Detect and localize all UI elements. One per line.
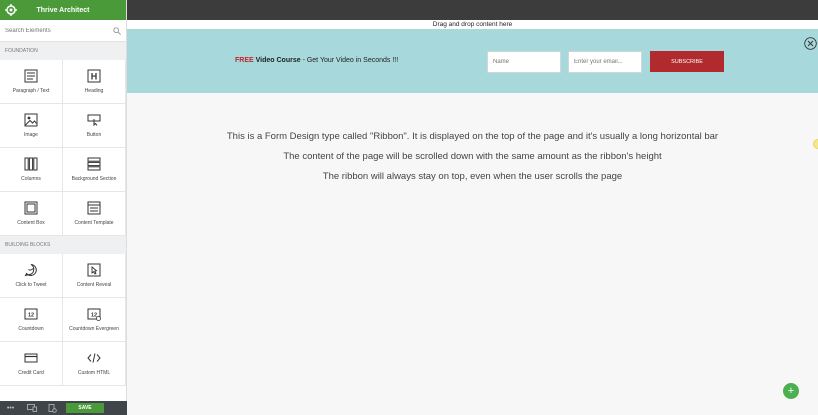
element-label: Content Template [74,220,114,226]
element-label: Paragraph / Text [12,88,50,94]
element-content-box[interactable]: Content Box [0,192,63,236]
sidebar-footer: ••• SAVE [0,401,127,415]
element-click-to-tweet[interactable]: Click to Tweet [0,254,63,298]
section-title-foundation: FOUNDATION [0,42,126,60]
sidebar-title: Thrive Architect [36,6,90,14]
drop-zone-hint[interactable]: Drag and drop content here [127,20,818,29]
email-field[interactable] [568,51,642,73]
element-button[interactable]: Button [63,104,126,148]
close-icon[interactable] [804,37,817,50]
element-label: Click to Tweet [15,282,47,288]
save-button[interactable]: SAVE [66,403,104,413]
element-label: Content Box [17,220,45,226]
content-reveal-icon [87,263,101,277]
image-icon [24,113,38,127]
content-template-icon [87,201,101,215]
section-title-building-blocks: BUILDING BLOCKS [0,236,126,254]
search-input[interactable] [5,27,105,34]
element-custom-html[interactable]: Custom HTML [63,342,126,386]
countdown-icon: 12 [24,308,38,320]
button-icon [87,114,101,127]
element-content-reveal[interactable]: Content Reveal [63,254,126,298]
add-element-button[interactable]: + [783,383,799,399]
heading-icon: H [87,69,101,83]
element-label: Countdown Evergreen [69,326,119,332]
promo-rest: - Get Your Video in Seconds !!! [300,57,399,64]
svg-text:12: 12 [91,313,97,319]
promo-course: Video Course [255,57,301,64]
promo-free: FREE [235,57,254,64]
element-columns[interactable]: Columns [0,148,63,192]
element-countdown[interactable]: 12 Countdown [0,298,63,342]
element-label: Button [86,132,102,138]
element-label: Content Reveal [76,282,112,288]
search-icon[interactable] [113,27,121,35]
name-field[interactable] [487,51,561,73]
content-box-icon [24,201,38,215]
paragraph-icon [24,69,38,83]
subscribe-button[interactable]: SUBSCRIBE [650,51,724,72]
element-background-section[interactable]: Background Section [63,148,126,192]
background-section-icon [87,157,101,171]
credit-card-icon [24,353,38,363]
countdown-evergreen-icon: 12 [87,308,101,321]
building-blocks-grid: Click to Tweet Content Reveal 12 Countdo… [0,254,126,386]
settings-page-icon[interactable] [42,401,63,415]
page-content[interactable]: This is a Form Design type called "Ribbo… [127,93,818,415]
element-label: Custom HTML [77,370,111,376]
element-label: Credit Card [18,370,44,376]
tweet-icon [24,264,37,277]
element-image[interactable]: Image [0,104,63,148]
element-paragraph-text[interactable]: Paragraph / Text [0,60,63,104]
element-label: Image [24,132,38,138]
element-label: Countdown [18,326,44,332]
custom-html-icon [87,353,101,363]
element-label: Columns [21,176,41,182]
gear-icon[interactable] [5,4,17,16]
help-dot[interactable] [813,139,818,149]
content-paragraph[interactable]: This is a Form Design type called "Ribbo… [127,131,818,142]
content-paragraph[interactable]: The ribbon will always stay on top, even… [127,171,818,182]
more-options-icon[interactable]: ••• [0,401,21,415]
element-label: Heading [84,88,104,94]
foundation-grid: Paragraph / Text H Heading Image Button … [0,60,126,236]
ribbon-promo-text[interactable]: FREE Video Course - Get Your Video in Se… [235,57,398,64]
elements-sidebar: Thrive Architect FOUNDATION Paragraph / … [0,0,127,415]
element-countdown-evergreen[interactable]: 12 Countdown Evergreen [63,298,126,342]
content-paragraph[interactable]: The content of the page will be scrolled… [127,151,818,162]
columns-icon [24,157,38,171]
svg-text:H: H [91,72,98,82]
svg-text:12: 12 [28,313,34,319]
top-bar [127,0,818,20]
sidebar-header: Thrive Architect [0,0,126,20]
search-bar [0,20,126,42]
element-credit-card[interactable]: Credit Card [0,342,63,386]
element-content-template[interactable]: Content Template [63,192,126,236]
ribbon-form[interactable]: FREE Video Course - Get Your Video in Se… [127,29,818,93]
element-heading[interactable]: H Heading [63,60,126,104]
element-label: Background Section [71,176,117,182]
responsive-view-icon[interactable] [21,401,42,415]
